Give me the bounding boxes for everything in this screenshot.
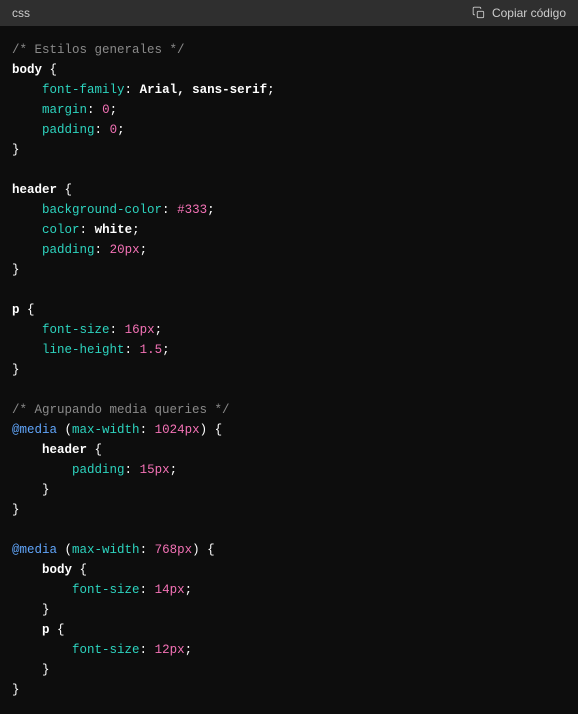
comment: /* Agrupando media queries */: [12, 403, 230, 417]
selector-body: body: [12, 63, 42, 77]
selector-p: p: [12, 303, 20, 317]
copy-label: Copiar código: [492, 6, 566, 20]
copy-code-button[interactable]: Copiar código: [472, 6, 566, 20]
language-label: css: [12, 6, 30, 20]
comment: /* Estilos generales */: [12, 43, 185, 57]
selector-header: header: [12, 183, 57, 197]
at-media: @media: [12, 543, 57, 557]
code-header: css Copiar código: [0, 0, 578, 26]
copy-icon: [472, 6, 486, 20]
at-media: @media: [12, 423, 57, 437]
code-block: /* Estilos generales */ body { font-fami…: [0, 26, 578, 714]
